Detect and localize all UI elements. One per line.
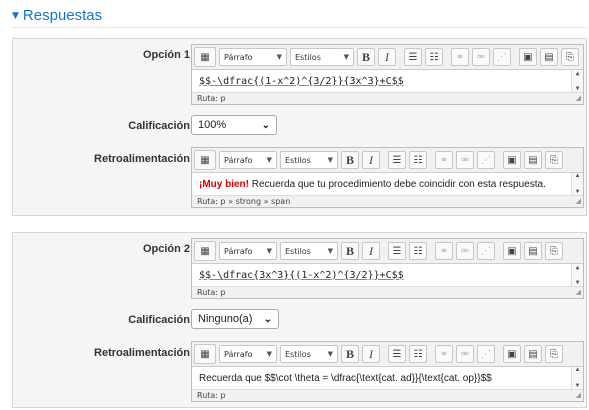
numbered-list-icon[interactable]: ☷ [409,242,427,260]
toolbar-toggle-icon[interactable]: ▦ [194,47,216,67]
file-manager-icon[interactable]: ⎘ [545,151,563,169]
scrollbar[interactable]: ▲ ▼ [571,367,583,389]
editor-path: Ruta: p » strong » span ◢ [192,195,583,207]
editor-path: Ruta: p ◢ [192,389,583,401]
image-icon[interactable]: ▣ [519,48,537,66]
bullet-list-icon[interactable]: ☰ [388,345,406,363]
image-icon[interactable]: ▣ [503,242,521,260]
bold-button[interactable]: B [357,48,375,66]
bold-button[interactable]: B [341,345,359,363]
resize-grip-icon[interactable]: ◢ [576,390,581,401]
option-text: $$-\dfrac{(1-x^2)^{3/2}}{3x^3}+C$$ [199,75,404,87]
media-icon[interactable]: ▤ [524,345,542,363]
styles-select[interactable]: Estilos ▼ [290,48,354,66]
file-manager-icon[interactable]: ⎘ [561,48,579,66]
media-icon[interactable]: ▤ [524,242,542,260]
italic-button[interactable]: I [378,48,396,66]
link-icon[interactable]: ⚭ [435,345,453,363]
anchor-icon[interactable]: ⋰ [477,345,495,363]
feedback-text: Recuerda que $$\cot \theta = \dfrac{\tex… [199,372,492,384]
anchor-icon[interactable]: ⋰ [477,151,495,169]
feedback-text-area[interactable]: Recuerda que $$\cot \theta = \dfrac{\tex… [192,367,583,389]
editor-toolbar: ▦ Párrafo ▼ Estilos ▼ B I ☰ ☷ ⚭ ⚮ ⋰ ▣ ▤ ⎘ [192,239,583,264]
feedback-label: Retroalimentación [94,347,190,359]
media-icon[interactable]: ▤ [540,48,558,66]
feedback-text-area[interactable]: ¡Muy bien! Recuerda que tu procedimiento… [192,173,583,195]
file-manager-icon[interactable]: ⎘ [545,242,563,260]
feedback-editor-1[interactable]: ▦ Párrafo ▼ Estilos ▼ B I ☰ ☷ ⚭ ⚮ ⋰ ▣ ▤ ⎘ … [191,147,584,208]
editor-toolbar: ▦ Párrafo ▼ Estilos ▼ B I ☰ ☷ ⚭ ⚮ ⋰ ▣ ▤ ⎘ [192,342,583,367]
numbered-list-icon[interactable]: ☷ [409,151,427,169]
file-manager-icon[interactable]: ⎘ [545,345,563,363]
styles-select[interactable]: Estilos ▼ [280,345,338,363]
caret-down-icon[interactable]: ▼ [12,11,19,21]
option-label: Opción 1 [142,49,190,61]
resize-grip-icon[interactable]: ◢ [576,287,581,298]
toolbar-toggle-icon[interactable]: ▦ [194,344,216,364]
numbered-list-icon[interactable]: ☷ [409,345,427,363]
editor-path: Ruta: p ◢ [192,92,583,104]
paragraph-select[interactable]: Párrafo ▼ [219,151,277,169]
link-icon[interactable]: ⚭ [435,242,453,260]
styles-select[interactable]: Estilos ▼ [280,151,338,169]
editor-toolbar: ▦ Párrafo ▼ Estilos ▼ B I ☰ ☷ ⚭ ⚮ ⋰ ▣ ▤ ⎘ [192,45,583,70]
image-icon[interactable]: ▣ [503,151,521,169]
italic-button[interactable]: I [362,345,380,363]
answer-block-2: Opción 2 ▦ Párrafo ▼ Estilos ▼ B I ☰ ☷ ⚭ ⚮… [12,232,587,408]
answer-block-1: Opción 1 ▦ Párrafo ▼ Estilos ▼ B I ☰ ☷ ⚭ ⚮… [12,38,587,216]
editor-path: Ruta: p ◢ [192,286,583,298]
editor-toolbar: ▦ Párrafo ▼ Estilos ▼ B I ☰ ☷ ⚭ ⚮ ⋰ ▣ ▤ ⎘ [192,148,583,173]
section-title: Respuestas [22,7,103,24]
paragraph-select[interactable]: Párrafo ▼ [219,242,277,260]
resize-grip-icon[interactable]: ◢ [576,196,581,207]
option-text: $$-\dfrac{3x^3}{(1-x^2)^{3/2}}+C$$ [199,269,404,281]
bold-button[interactable]: B [341,242,359,260]
chevron-down-icon: ⌄ [263,313,272,325]
option-text-area[interactable]: $$-\dfrac{3x^3}{(1-x^2)^{3/2}}+C$$ ▲ ▼ [192,264,583,286]
numbered-list-icon[interactable]: ☷ [425,48,443,66]
grade-select-2[interactable]: Ninguno(a) ⌄ [191,309,279,329]
option-label: Opción 2 [142,243,190,255]
anchor-icon[interactable]: ⋰ [477,242,495,260]
option-editor-2[interactable]: ▦ Párrafo ▼ Estilos ▼ B I ☰ ☷ ⚭ ⚮ ⋰ ▣ ▤ ⎘ … [191,238,584,299]
unlink-icon[interactable]: ⚮ [456,345,474,363]
section-header[interactable]: ▼ Respuestas [12,4,587,28]
unlink-icon[interactable]: ⚮ [456,151,474,169]
bullet-list-icon[interactable]: ☰ [388,242,406,260]
grade-label: Calificación [128,314,190,326]
chevron-down-icon: ⌄ [261,119,270,131]
grade-label: Calificación [128,120,190,132]
scrollbar[interactable]: ▲ ▼ [571,173,583,195]
unlink-icon[interactable]: ⚮ [456,242,474,260]
resize-grip-icon[interactable]: ◢ [576,93,581,104]
italic-button[interactable]: I [362,242,380,260]
scrollbar[interactable]: ▲ ▼ [571,264,583,286]
paragraph-select[interactable]: Párrafo ▼ [219,345,277,363]
toolbar-toggle-icon[interactable]: ▦ [194,241,216,261]
bullet-list-icon[interactable]: ☰ [404,48,422,66]
bullet-list-icon[interactable]: ☰ [388,151,406,169]
anchor-icon[interactable]: ⋰ [493,48,511,66]
feedback-text: Recuerda que tu procedimiento debe coinc… [249,178,546,190]
italic-button[interactable]: I [362,151,380,169]
link-icon[interactable]: ⚭ [435,151,453,169]
unlink-icon[interactable]: ⚮ [472,48,490,66]
image-icon[interactable]: ▣ [503,345,521,363]
feedback-editor-2[interactable]: ▦ Párrafo ▼ Estilos ▼ B I ☰ ☷ ⚭ ⚮ ⋰ ▣ ▤ ⎘ … [191,341,584,402]
toolbar-toggle-icon[interactable]: ▦ [194,150,216,170]
link-icon[interactable]: ⚭ [451,48,469,66]
scrollbar[interactable]: ▲ ▼ [571,70,583,92]
grade-select-1[interactable]: 100% ⌄ [191,115,277,135]
bold-button[interactable]: B [341,151,359,169]
option-editor-1[interactable]: ▦ Párrafo ▼ Estilos ▼ B I ☰ ☷ ⚭ ⚮ ⋰ ▣ ▤ ⎘ … [191,44,584,105]
paragraph-select[interactable]: Párrafo ▼ [219,48,287,66]
styles-select[interactable]: Estilos ▼ [280,242,338,260]
feedback-strong: ¡Muy bien! [199,178,249,190]
option-text-area[interactable]: $$-\dfrac{(1-x^2)^{3/2}}{3x^3}+C$$ ▲ ▼ [192,70,583,92]
media-icon[interactable]: ▤ [524,151,542,169]
feedback-label: Retroalimentación [94,153,190,165]
